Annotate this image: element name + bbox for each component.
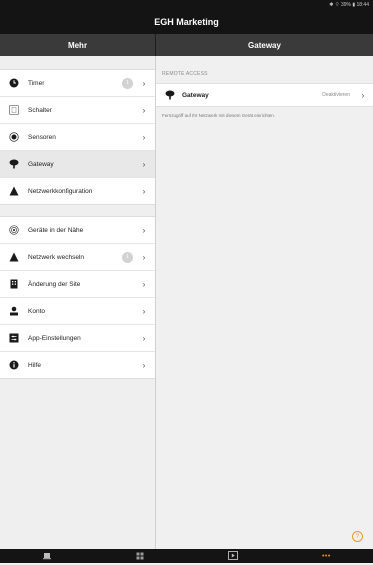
nearby-icon: [9, 225, 19, 235]
sidebar-item-label: App-Einstellungen: [28, 334, 81, 342]
sidebar-item-label: Gateway: [28, 160, 54, 168]
sidebar-item-netzwerkkonfiguration[interactable]: Netzwerkkonfiguration ›: [0, 178, 155, 204]
status-text: ✱ ⌔ 39% ▮ 18:44: [329, 2, 369, 8]
sidebar-item-aenderung-der-site[interactable]: Änderung der Site ›: [0, 271, 155, 298]
sidebar: Timer 1 › Schalter › Sensoren › Gateway …: [0, 56, 156, 549]
network-icon: [9, 252, 19, 262]
sidebar-item-label: Netzwerkkonfiguration: [28, 187, 93, 195]
chevron-right-icon: ›: [142, 360, 146, 370]
chevron-right-icon: ›: [142, 252, 146, 262]
question-icon: ?: [355, 533, 360, 540]
sidebar-item-geraete-in-der-naehe[interactable]: Geräte in der Nähe ›: [0, 217, 155, 244]
grid-icon: [136, 547, 144, 565]
detail-pane: REMOTE ACCESS Gateway Deaktivieren › Fer…: [156, 56, 373, 549]
sidebar-item-konto[interactable]: Konto ›: [0, 298, 155, 325]
sidebar-group-devices: Timer 1 › Schalter › Sensoren › Gateway …: [0, 69, 155, 205]
remote-access-label: Gateway: [182, 91, 209, 99]
settings-icon: [9, 333, 19, 343]
home-icon: [42, 547, 51, 565]
chevron-right-icon: ›: [142, 186, 146, 196]
sidebar-item-sensoren[interactable]: Sensoren ›: [0, 124, 155, 151]
remote-access-row[interactable]: Gateway Deaktivieren ›: [156, 83, 373, 107]
status-bar: ✱ ⌔ 39% ▮ 18:44: [0, 0, 373, 10]
tab-home[interactable]: [0, 549, 93, 563]
app-title-bar: EGH Marketing: [0, 10, 373, 34]
sidebar-item-label: Schalter: [28, 106, 52, 114]
person-icon: [9, 306, 19, 316]
chevron-right-icon: ›: [142, 159, 146, 169]
sidebar-item-label: Netzwerk wechseln: [28, 253, 84, 261]
sidebar-group-settings: Geräte in der Nähe › Netzwerk wechseln 1…: [0, 216, 155, 379]
section-title: REMOTE ACCESS: [162, 71, 208, 77]
tab-more[interactable]: •••: [280, 549, 373, 563]
sidebar-item-timer[interactable]: Timer 1 ›: [0, 70, 155, 97]
header-bar: Mehr Gateway: [0, 34, 373, 56]
remote-access-note: Fernzugriff auf Ihr Netzwerk mit diesem …: [162, 113, 275, 118]
page-title: Gateway: [248, 40, 281, 50]
media-icon: [228, 547, 239, 565]
app-title: EGH Marketing: [154, 17, 219, 27]
header-right: Gateway: [156, 34, 373, 56]
count-badge: 1: [122, 251, 133, 263]
remote-access-status: Deaktivieren: [322, 92, 350, 98]
sidebar-item-label: Geräte in der Nähe: [28, 226, 84, 234]
chevron-right-icon: ›: [142, 279, 146, 289]
chevron-right-icon: ›: [142, 225, 146, 235]
sidebar-title: Mehr: [67, 40, 88, 50]
chevron-right-icon: ›: [142, 78, 146, 88]
sidebar-item-label: Sensoren: [28, 133, 56, 141]
info-icon: [9, 360, 19, 370]
chevron-right-icon: ›: [142, 333, 146, 343]
gateway-icon: [165, 90, 175, 100]
count-badge: 1: [122, 77, 133, 89]
sidebar-item-hilfe[interactable]: Hilfe ›: [0, 352, 155, 378]
network-icon: [9, 186, 19, 196]
help-button[interactable]: ?: [352, 531, 363, 542]
chevron-right-icon: ›: [142, 306, 146, 316]
chevron-right-icon: ›: [361, 90, 365, 100]
header-left: Mehr: [0, 34, 156, 56]
bottom-tab-bar: •••: [0, 549, 373, 563]
sidebar-item-gateway[interactable]: Gateway ›: [0, 151, 155, 178]
gateway-icon: [9, 159, 19, 169]
sidebar-item-schalter[interactable]: Schalter ›: [0, 97, 155, 124]
tab-grid[interactable]: [93, 549, 186, 563]
tab-media[interactable]: [187, 549, 280, 563]
sidebar-item-label: Hilfe: [28, 361, 42, 369]
chevron-right-icon: ›: [142, 132, 146, 142]
chevron-right-icon: ›: [142, 105, 146, 115]
building-icon: [9, 279, 19, 289]
sidebar-item-label: Konto: [28, 307, 45, 315]
sidebar-item-netzwerk-wechseln[interactable]: Netzwerk wechseln 1 ›: [0, 244, 155, 271]
sidebar-item-label: Änderung der Site: [28, 280, 81, 288]
sidebar-item-app-einstellungen[interactable]: App-Einstellungen ›: [0, 325, 155, 352]
switch-icon: [9, 105, 19, 115]
more-icon: •••: [321, 552, 331, 560]
sidebar-item-label: Timer: [28, 79, 45, 87]
sensor-icon: [9, 132, 19, 142]
clock-icon: [9, 78, 19, 88]
